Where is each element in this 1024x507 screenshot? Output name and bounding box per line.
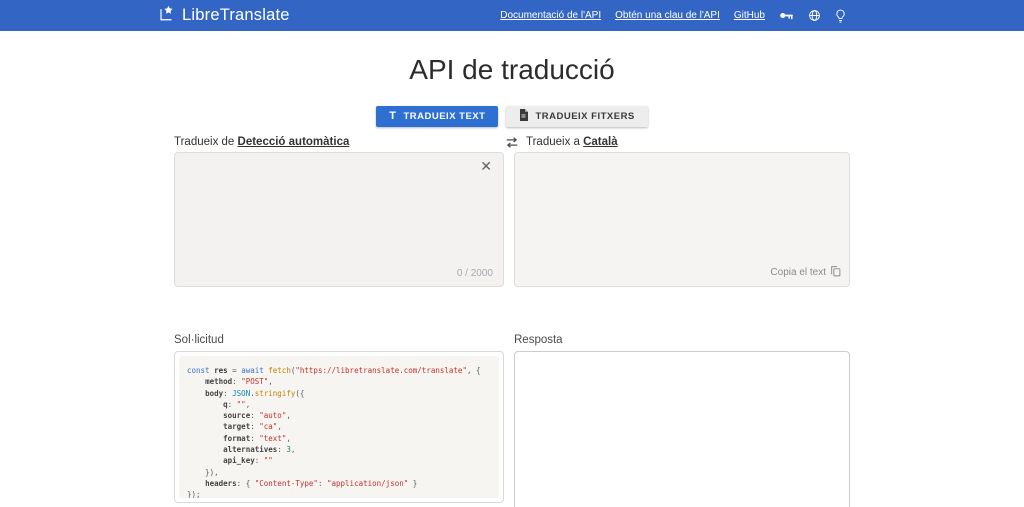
nav-link-github[interactable]: GitHub (734, 10, 765, 21)
copy-text-label: Copia el text (770, 267, 826, 278)
response-label: Resposta (514, 334, 563, 346)
libretranslate-page: LibreTranslate Documentació de l'API Obt… (0, 0, 1024, 507)
brand[interactable]: LibreTranslate (158, 4, 290, 27)
request-label: Sol·licitud (174, 334, 224, 346)
api-key-icon[interactable] (779, 9, 794, 22)
tab-translate-files-label: TRADUEIX FITXERS (535, 111, 635, 122)
source-language-value[interactable]: Detecció automàtica (238, 136, 350, 148)
text-icon: T (389, 110, 397, 122)
source-text-input[interactable] (175, 153, 503, 286)
nav-link-api-docs[interactable]: Documentació de l'API (500, 10, 601, 21)
copy-icon (830, 265, 841, 280)
clear-input-icon[interactable]: ✕ (480, 159, 492, 173)
translated-text-box: Copia el text (514, 152, 850, 287)
navbar-inner: LibreTranslate Documentació de l'API Obt… (158, 0, 846, 31)
target-language-selector[interactable]: Tradueix a Català (526, 136, 618, 148)
target-language-label: Tradueix a (526, 136, 580, 148)
api-labels-row: Sol·licitud Resposta (174, 334, 850, 351)
page-title: API de traducció (409, 54, 615, 85)
navbar: LibreTranslate Documentació de l'API Obt… (0, 0, 1024, 31)
target-language-value[interactable]: Català (583, 136, 618, 148)
source-language-label: Tradueix de (174, 136, 235, 148)
tab-translate-text[interactable]: T TRADUEIX TEXT (376, 106, 499, 127)
swap-languages-icon[interactable] (505, 136, 519, 152)
navbar-links: Documentació de l'API Obtén una clau de … (500, 9, 846, 23)
dark-mode-lightbulb-icon[interactable] (835, 9, 846, 23)
nav-link-api-key[interactable]: Obtén una clau de l'API (615, 10, 720, 21)
translator-section: Tradueix de Detecció automàtica Tradueix… (174, 134, 850, 507)
request-code[interactable]: const res = await fetch("https://libretr… (179, 356, 499, 498)
char-counter: 0 / 2000 (456, 268, 493, 279)
language-globe-icon[interactable] (808, 9, 821, 22)
source-text-box: ✕ 0 / 2000 (174, 152, 504, 287)
language-selector-row: Tradueix de Detecció automàtica Tradueix… (174, 134, 850, 152)
response-panel (514, 351, 850, 507)
translation-boxes-row: ✕ 0 / 2000 Copia el text (174, 152, 850, 287)
copy-text-button[interactable]: Copia el text (770, 265, 841, 280)
libretranslate-logo-icon (158, 4, 176, 27)
mode-tabs: T TRADUEIX TEXT TRADUEIX FITXERS (0, 106, 1024, 127)
brand-name: LibreTranslate (182, 6, 290, 24)
request-code-panel: const res = await fetch("https://libretr… (174, 351, 504, 503)
file-icon (519, 109, 529, 124)
api-panels-row: const res = await fetch("https://libretr… (174, 351, 850, 507)
tab-translate-files[interactable]: TRADUEIX FITXERS (506, 106, 648, 127)
tab-translate-text-label: TRADUEIX TEXT (403, 111, 486, 122)
source-language-selector[interactable]: Tradueix de Detecció automàtica (174, 136, 349, 148)
